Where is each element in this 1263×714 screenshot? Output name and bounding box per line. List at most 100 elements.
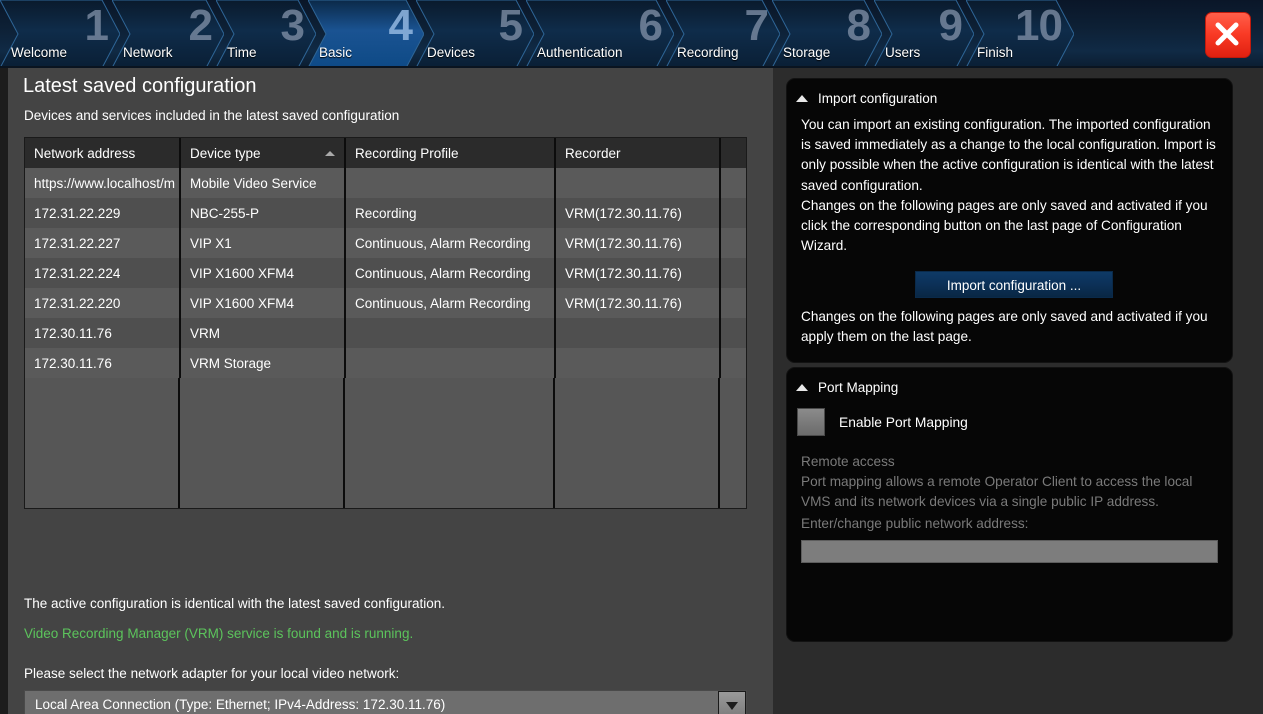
table-cell — [555, 168, 721, 198]
wizard-step-authentication[interactable]: 6 Authentication — [526, 0, 674, 68]
table-column-header-0[interactable]: Network address — [25, 138, 181, 168]
device-table-grid: Network address Device type Recording Prof… — [25, 138, 746, 378]
table-cell — [720, 288, 746, 318]
table-cell: 172.30.11.76 — [25, 348, 181, 378]
wizard-step-label: Storage — [783, 45, 831, 60]
table-row[interactable]: 172.31.22.227 VIP X1 Continuous, Alarm Rec… — [25, 228, 746, 258]
wizard-step-welcome[interactable]: 1 Welcome — [0, 0, 120, 68]
table-cell: VRM Storage — [180, 348, 346, 378]
wizard-step-storage[interactable]: 8 Storage — [772, 0, 882, 68]
wizard-step-label: Authentication — [537, 45, 623, 60]
table-cell: Recording — [345, 198, 556, 228]
table-row[interactable]: 172.30.11.76 VRM Storage — [25, 348, 746, 378]
table-cell: 172.31.22.227 — [25, 228, 181, 258]
wizard-step-label: Finish — [977, 45, 1014, 60]
import-description: You can import an existing configuration… — [801, 117, 1216, 254]
enable-port-mapping-label: Enable Port Mapping — [839, 414, 968, 430]
wizard-step-label: Recording — [677, 45, 739, 60]
wizard-step-list: 1 Welcome 2 Network 3 Time 4 Basic 5 Devices 6 Auth… — [0, 0, 1074, 68]
table-cell: Continuous, Alarm Recording — [345, 288, 556, 318]
chevron-up-icon[interactable] — [796, 94, 808, 102]
table-cell: VRM(172.30.11.76) — [555, 228, 721, 258]
table-cell — [345, 348, 556, 378]
table-cell: VRM — [180, 318, 346, 348]
table-cell: VRM(172.30.11.76) — [555, 288, 721, 318]
table-column-separator — [553, 378, 555, 508]
table-row[interactable]: https://www.localhost/m Mobile Video Serv… — [25, 168, 746, 198]
port-mapping-card-header[interactable]: Port Mapping — [787, 376, 898, 398]
chevron-down-icon[interactable] — [718, 691, 746, 714]
network-adapter-value: Local Area Connection (Type: Ethernet; I… — [35, 697, 446, 712]
table-column-header-label: Recorder — [565, 145, 621, 161]
enable-port-mapping-checkbox[interactable] — [797, 408, 825, 436]
table-body: https://www.localhost/m Mobile Video Serv… — [25, 168, 746, 378]
table-column-separator — [343, 378, 345, 508]
public-network-address-input[interactable] — [801, 540, 1218, 563]
table-column-header-3[interactable]: Recorder — [555, 138, 721, 168]
table-column-header-label: Network address — [34, 145, 136, 161]
port-mapping-card-title: Port Mapping — [818, 379, 899, 395]
table-cell: Mobile Video Service — [180, 168, 346, 198]
wizard-step-finish[interactable]: 10 Finish — [966, 0, 1074, 68]
wizard-step-devices[interactable]: 5 Devices — [416, 0, 534, 68]
table-cell: VIP X1 — [180, 228, 346, 258]
wizard-step-recording[interactable]: 7 Recording — [666, 0, 780, 68]
table-cell: VIP X1600 XFM4 — [180, 288, 346, 318]
right-panel: Import configuration You can import an e… — [773, 68, 1263, 714]
table-cell — [345, 318, 556, 348]
table-column-separator — [178, 378, 180, 508]
table-cell — [720, 318, 746, 348]
table-row[interactable]: 172.31.22.220 VIP X1600 XFM4 Continuous, A… — [25, 288, 746, 318]
table-header-row: Network address Device type Recording Prof… — [25, 138, 746, 168]
table-cell — [720, 348, 746, 378]
wizard-step-label: Basic — [319, 45, 353, 60]
table-cell — [720, 228, 746, 258]
import-configuration-card: Import configuration You can import an e… — [786, 78, 1233, 363]
table-column-header-label: Device type — [190, 145, 261, 161]
table-row[interactable]: 172.31.22.224 VIP X1600 XFM4 Continuous, A… — [25, 258, 746, 288]
import-configuration-button[interactable]: Import configuration ... — [915, 271, 1113, 298]
import-note-text: Changes on the following pages are only … — [801, 309, 1208, 345]
wizard-step-header: 1 Welcome 2 Network 3 Time 4 Basic 5 Devices 6 Auth… — [0, 0, 1263, 68]
enable-port-mapping-row[interactable]: Enable Port Mapping — [797, 408, 968, 436]
close-icon[interactable] — [1205, 12, 1251, 58]
table-cell: Continuous, Alarm Recording — [345, 258, 556, 288]
port-mapping-description: Port mapping allows a remote Operator Cl… — [801, 474, 1193, 510]
network-adapter-label: Please select the network adapter for yo… — [24, 666, 400, 681]
configuration-wizard-window: 1 Welcome 2 Network 3 Time 4 Basic 5 Devices 6 Auth… — [0, 0, 1263, 714]
wizard-step-network[interactable]: 2 Network — [112, 0, 224, 68]
table-cell — [555, 348, 721, 378]
table-row[interactable]: 172.31.22.229 NBC-255-P Recording VRM(172.3… — [25, 198, 746, 228]
wizard-step-label: Time — [227, 45, 257, 60]
import-card-header[interactable]: Import configuration — [787, 87, 937, 109]
table-cell — [720, 168, 746, 198]
wizard-step-time[interactable]: 3 Time — [216, 0, 316, 68]
wizard-step-label: Welcome — [11, 45, 68, 60]
network-adapter-select[interactable]: Local Area Connection (Type: Ethernet; I… — [24, 690, 747, 714]
table-cell: 172.31.22.229 — [25, 198, 181, 228]
left-panel: Latest saved configuration Devices and s… — [8, 68, 773, 714]
table-cell: Continuous, Alarm Recording — [345, 228, 556, 258]
table-cell — [720, 258, 746, 288]
table-cell: VIP X1600 XFM4 — [180, 258, 346, 288]
port-mapping-description-wrap: Remote access Port mapping allows a remo… — [801, 452, 1218, 513]
port-mapping-card: Port Mapping Enable Port Mapping Remote … — [786, 367, 1233, 642]
import-card-note-wrap: Changes on the following pages are only … — [801, 307, 1218, 347]
table-column-header-4[interactable] — [720, 138, 746, 168]
table-row[interactable]: 172.30.11.76 VRM — [25, 318, 746, 348]
wizard-step-label: Network — [123, 45, 173, 60]
table-column-header-1[interactable]: Device type — [180, 138, 346, 168]
import-card-title: Import configuration — [818, 90, 938, 106]
table-cell — [345, 168, 556, 198]
table-column-header-2[interactable]: Recording Profile — [345, 138, 556, 168]
sort-ascending-icon[interactable] — [325, 151, 335, 156]
table-cell: https://www.localhost/m — [25, 168, 181, 198]
vrm-service-status-text: Video Recording Manager (VRM) service is… — [24, 626, 414, 641]
wizard-step-users[interactable]: 9 Users — [874, 0, 974, 68]
wizard-step-label: Users — [885, 45, 921, 60]
table-column-separator — [718, 378, 720, 508]
chevron-up-icon[interactable] — [796, 383, 808, 391]
device-table[interactable]: Network address Device type Recording Prof… — [24, 137, 747, 509]
wizard-step-basic[interactable]: 4 Basic — [308, 0, 424, 68]
page-subtitle: Devices and services included in the lat… — [24, 108, 400, 123]
